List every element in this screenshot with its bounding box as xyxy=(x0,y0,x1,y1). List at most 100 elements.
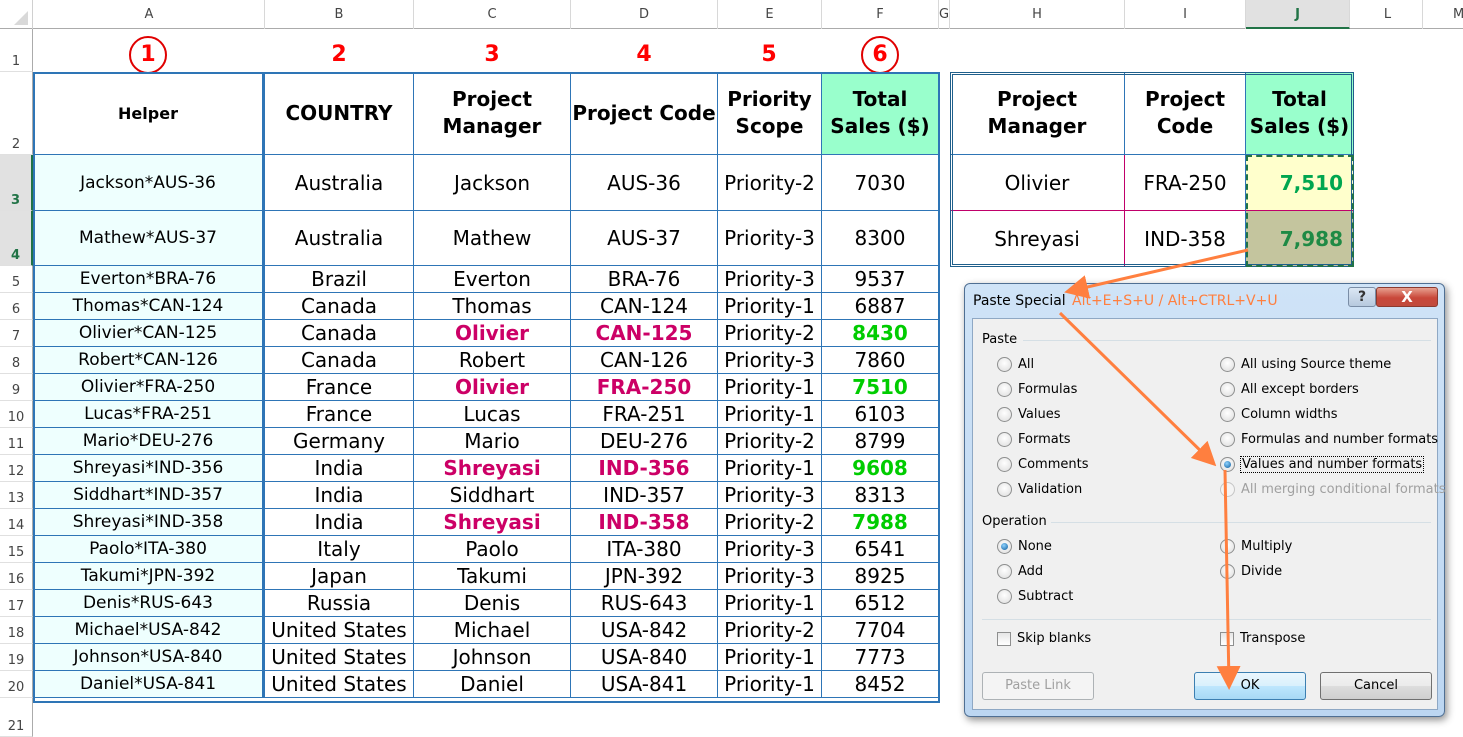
cell-priority[interactable]: Priority-3 xyxy=(718,266,822,293)
skip-blanks-checkbox[interactable]: Skip blanks xyxy=(997,631,1091,646)
cell-country[interactable]: Brazil xyxy=(265,266,414,293)
cell-priority[interactable]: Priority-3 xyxy=(718,536,822,563)
cell-priority[interactable]: Priority-1 xyxy=(718,590,822,617)
checkbox-box[interactable] xyxy=(997,631,1011,646)
checkbox-box[interactable] xyxy=(1220,631,1234,646)
option-all-except-borders[interactable]: All except borders xyxy=(1220,382,1359,397)
cell-helper[interactable]: Denis*RUS-643 xyxy=(34,590,265,617)
cell-helper[interactable]: Olivier*CAN-125 xyxy=(34,320,265,347)
cancel-button[interactable]: Cancel xyxy=(1320,672,1432,700)
cell-total[interactable]: 9608 xyxy=(822,455,939,482)
radio-button[interactable] xyxy=(997,382,1012,397)
cell-code[interactable]: CAN-124 xyxy=(571,293,718,320)
cell-total[interactable]: 7773 xyxy=(822,644,939,671)
cell-code[interactable]: USA-841 xyxy=(571,671,718,698)
cell-priority[interactable]: Priority-2 xyxy=(718,509,822,536)
cell-country[interactable]: Japan xyxy=(265,563,414,590)
row-header-21[interactable]: 21 xyxy=(0,698,33,737)
column-header-l[interactable]: L xyxy=(1353,0,1423,29)
row-header-4[interactable]: 4 xyxy=(0,211,33,266)
row-header-1[interactable]: 1 xyxy=(0,29,33,72)
column-header-f[interactable]: F xyxy=(822,0,939,29)
cell-country[interactable]: Australia xyxy=(265,211,414,266)
cell-manager[interactable]: Shreyasi xyxy=(414,509,571,536)
cell-total[interactable]: 7860 xyxy=(822,347,939,374)
cell-manager[interactable]: Thomas xyxy=(414,293,571,320)
cell-helper[interactable]: Johnson*USA-840 xyxy=(34,644,265,671)
row-header-9[interactable]: 9 xyxy=(0,374,33,401)
lookup-cell-manager[interactable]: Olivier xyxy=(950,155,1125,211)
column-header-h[interactable]: H xyxy=(950,0,1125,29)
row-header-15[interactable]: 15 xyxy=(0,536,33,563)
cell-country[interactable]: India xyxy=(265,509,414,536)
row-header-13[interactable]: 13 xyxy=(0,482,33,509)
lookup-cell-total[interactable]: 7,988 xyxy=(1246,211,1354,267)
cell-helper[interactable]: Robert*CAN-126 xyxy=(34,347,265,374)
cell-helper[interactable]: Jackson*AUS-36 xyxy=(34,155,265,211)
radio-button[interactable] xyxy=(997,407,1012,422)
option-column-widths[interactable]: Column widths xyxy=(1220,407,1338,422)
cell-code[interactable]: ITA-380 xyxy=(571,536,718,563)
lookup-cell-code[interactable]: FRA-250 xyxy=(1125,155,1246,211)
option-comments[interactable]: Comments xyxy=(997,457,1088,472)
option-divide[interactable]: Divide xyxy=(1220,564,1282,579)
cell-code[interactable]: FRA-251 xyxy=(571,401,718,428)
header-priority-scope[interactable]: Priority Scope xyxy=(718,72,822,155)
cell-priority[interactable]: Priority-3 xyxy=(718,563,822,590)
cell-manager[interactable]: Daniel xyxy=(414,671,571,698)
cell-total[interactable]: 9537 xyxy=(822,266,939,293)
header-project-manager[interactable]: Project Manager xyxy=(414,72,571,155)
cell-manager[interactable]: Lucas xyxy=(414,401,571,428)
cell-code[interactable]: USA-840 xyxy=(571,644,718,671)
cell-country[interactable]: United States xyxy=(265,617,414,644)
cell-country[interactable]: United States xyxy=(265,671,414,698)
option-add[interactable]: Add xyxy=(997,564,1043,579)
cell-manager[interactable]: Takumi xyxy=(414,563,571,590)
paste-link-button[interactable]: Paste Link xyxy=(982,672,1094,700)
cell-manager[interactable]: Olivier xyxy=(414,374,571,401)
cell-code[interactable]: USA-842 xyxy=(571,617,718,644)
cell-helper[interactable]: Mathew*AUS-37 xyxy=(34,211,265,266)
cell-country[interactable]: India xyxy=(265,455,414,482)
option-validation[interactable]: Validation xyxy=(997,482,1082,497)
cell-total[interactable]: 8799 xyxy=(822,428,939,455)
cell-code[interactable]: AUS-37 xyxy=(571,211,718,266)
row-header-8[interactable]: 8 xyxy=(0,347,33,374)
cell-country[interactable]: Canada xyxy=(265,293,414,320)
cell-code[interactable]: CAN-126 xyxy=(571,347,718,374)
help-button[interactable]: ? xyxy=(1348,287,1376,307)
radio-button[interactable] xyxy=(997,539,1012,554)
cell-total[interactable]: 6541 xyxy=(822,536,939,563)
cell-total[interactable]: 6512 xyxy=(822,590,939,617)
cell-manager[interactable]: Robert xyxy=(414,347,571,374)
cell-helper[interactable]: Lucas*FRA-251 xyxy=(34,401,265,428)
radio-button[interactable] xyxy=(997,457,1012,472)
cell-priority[interactable]: Priority-1 xyxy=(718,374,822,401)
cell-priority[interactable]: Priority-1 xyxy=(718,455,822,482)
radio-button[interactable] xyxy=(1220,457,1235,472)
cell-code[interactable]: IND-356 xyxy=(571,455,718,482)
row-header-18[interactable]: 18 xyxy=(0,617,33,644)
cell-total[interactable]: 6887 xyxy=(822,293,939,320)
cell-priority[interactable]: Priority-3 xyxy=(718,347,822,374)
cell-priority[interactable]: Priority-3 xyxy=(718,482,822,509)
cell-priority[interactable]: Priority-1 xyxy=(718,401,822,428)
column-header-c[interactable]: C xyxy=(414,0,571,29)
column-header-d[interactable]: D xyxy=(571,0,718,29)
cell-code[interactable]: IND-357 xyxy=(571,482,718,509)
column-header-i[interactable]: I xyxy=(1125,0,1246,29)
cell-country[interactable]: Italy xyxy=(265,536,414,563)
cell-country[interactable]: Canada xyxy=(265,347,414,374)
cell-code[interactable]: AUS-36 xyxy=(571,155,718,211)
radio-button[interactable] xyxy=(997,482,1012,497)
option-formats[interactable]: Formats xyxy=(997,432,1071,447)
cell-total[interactable]: 8452 xyxy=(822,671,939,698)
cell-manager[interactable]: Mathew xyxy=(414,211,571,266)
cell-code[interactable]: BRA-76 xyxy=(571,266,718,293)
cell-helper[interactable]: Mario*DEU-276 xyxy=(34,428,265,455)
row-header-7[interactable]: 7 xyxy=(0,320,33,347)
row-header-19[interactable]: 19 xyxy=(0,644,33,671)
radio-button[interactable] xyxy=(1220,564,1235,579)
option-multiply[interactable]: Multiply xyxy=(1220,539,1292,554)
lookup-header-manager[interactable]: Project Manager xyxy=(950,72,1125,155)
